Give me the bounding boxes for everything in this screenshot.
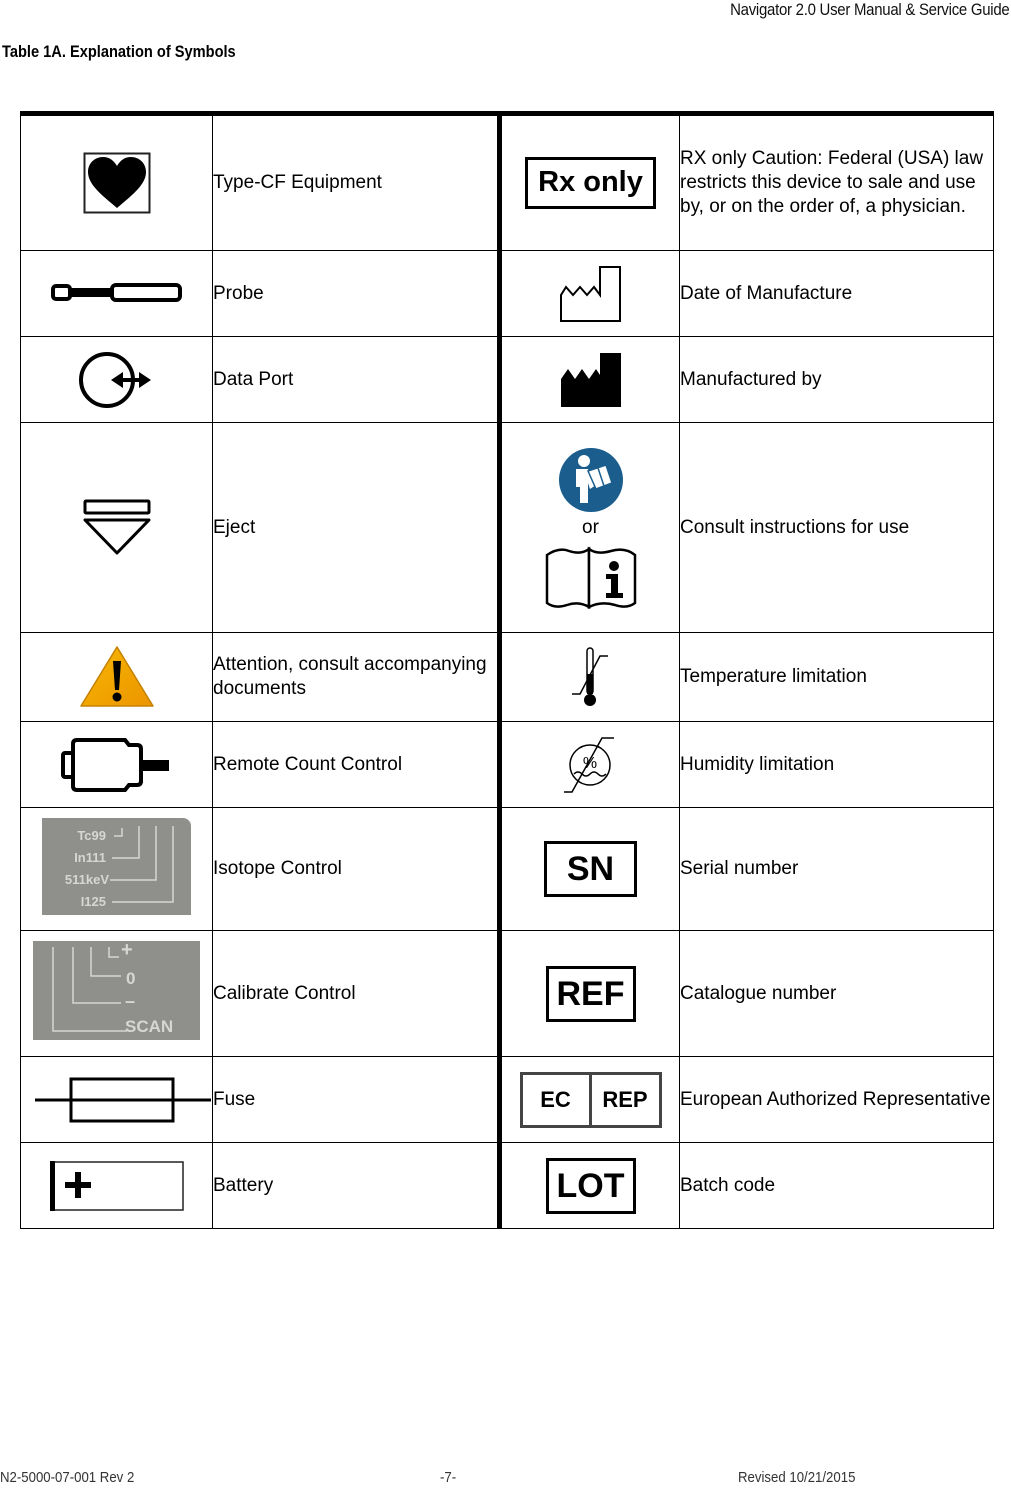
- symbol-description: Fuse: [212, 1056, 500, 1143]
- table-row: Eject or Consult instructions for use: [20, 422, 994, 633]
- rx-only-icon: Rx only: [525, 157, 656, 209]
- revision-date: Revised 10/21/2015: [738, 1469, 856, 1486]
- symbol-description: Calibrate Control: [212, 930, 500, 1057]
- calibrate-label: SCAN: [125, 1017, 174, 1036]
- calibrate-label: 0: [126, 969, 136, 988]
- eject-icon: [83, 499, 150, 554]
- table-row: Battery LOT Batch code: [20, 1142, 994, 1229]
- calibrate-label: +: [121, 939, 133, 961]
- manufacturer-icon: [560, 352, 621, 407]
- calibrate-control-photo: + 0 – SCAN: [33, 939, 200, 1040]
- consult-instructions-book-icon: [545, 546, 636, 609]
- symbol-description: Humidity limitation: [679, 721, 994, 808]
- symbol-description: Type-CF Equipment: [212, 111, 500, 251]
- symbol-description: Isotope Control: [212, 807, 500, 931]
- document-number: N2-5000-07-001 Rev 2: [0, 1469, 135, 1486]
- or-text: or: [582, 516, 599, 538]
- table-row: Fuse EC REP European Authorized Represen…: [20, 1056, 994, 1143]
- symbol-description: European Authorized Representative: [679, 1056, 994, 1143]
- symbol-cell: Rx only: [497, 111, 680, 251]
- ec-text: EC: [523, 1074, 592, 1125]
- table-row: Data Port Manufactured by: [20, 336, 994, 423]
- remote-count-control-icon: [60, 737, 169, 792]
- rx-only-text: Rx only: [538, 166, 643, 198]
- isotope-label: In111: [74, 849, 106, 865]
- symbol-description: Eject: [212, 422, 500, 633]
- isotope-control-photo: Tc99 In111 511keV I125: [42, 817, 191, 915]
- consult-instructions-person-icon: [558, 447, 623, 512]
- data-port-icon: [78, 351, 151, 408]
- warning-triangle-icon: [79, 646, 154, 707]
- isotope-label: 511keV: [64, 871, 109, 887]
- table-row: + 0 – SCAN Calibrate Control REF Catalog…: [20, 930, 994, 1057]
- symbol-description: Battery: [212, 1142, 500, 1229]
- symbol-description: Batch code: [679, 1142, 994, 1229]
- isotope-label: I125: [80, 893, 106, 909]
- isotope-label: Tc99: [77, 827, 106, 843]
- calibrate-label: –: [125, 991, 136, 1011]
- symbol-description: Attention, consult accompanying document…: [212, 632, 500, 722]
- table-row: Tc99 In111 511keV I125 Isotope Control S…: [20, 807, 994, 931]
- rep-text: REP: [602, 1086, 648, 1112]
- isotope-control-lines: [110, 825, 174, 903]
- symbol-description: Probe: [212, 250, 500, 337]
- type-cf-heart-icon: [83, 152, 150, 214]
- date-of-manufacture-icon: [559, 265, 621, 322]
- table-row: Type-CF Equipment Rx only RX only Cautio…: [20, 111, 994, 251]
- probe-icon: [50, 283, 182, 303]
- fuse-icon: [35, 1077, 211, 1122]
- ec-rep-icon: EC REP: [519, 1071, 662, 1128]
- temperature-limit-icon: [571, 647, 608, 706]
- symbol-description: Date of Manufacture: [679, 250, 994, 337]
- table-title: Table 1A. Explanation of Symbols: [2, 42, 236, 61]
- calibrate-control-lines: [52, 947, 127, 1032]
- serial-number-icon: SN: [544, 841, 637, 897]
- symbol-description: Consult instructions for use: [679, 422, 994, 633]
- document-header-title: Navigator 2.0 User Manual & Service Guid…: [729, 0, 1010, 19]
- catalogue-number-icon: REF: [545, 965, 636, 1022]
- table-row: Attention, consult accompanying document…: [20, 632, 994, 722]
- battery-icon: [49, 1160, 184, 1211]
- symbol-description: Serial number: [679, 807, 994, 931]
- symbol-description: Data Port: [212, 336, 500, 423]
- symbol-description: Remote Count Control: [212, 721, 500, 808]
- symbol-cell: [20, 111, 213, 251]
- symbol-description: RX only Caution: Federal (USA) law restr…: [679, 111, 994, 251]
- table-row: Remote Count Control % Humidity limitati…: [20, 721, 994, 808]
- symbol-description: Catalogue number: [679, 930, 994, 1057]
- table-row: Probe Date of Manufacture: [20, 250, 994, 337]
- symbol-description: Manufactured by: [679, 336, 994, 423]
- humidity-limit-icon: %: [563, 736, 614, 793]
- batch-code-icon: LOT: [545, 1157, 636, 1214]
- symbols-table: Type-CF Equipment Rx only RX only Cautio…: [20, 111, 994, 1229]
- page-number: -7-: [440, 1469, 457, 1486]
- symbol-description: Temperature limitation: [679, 632, 994, 722]
